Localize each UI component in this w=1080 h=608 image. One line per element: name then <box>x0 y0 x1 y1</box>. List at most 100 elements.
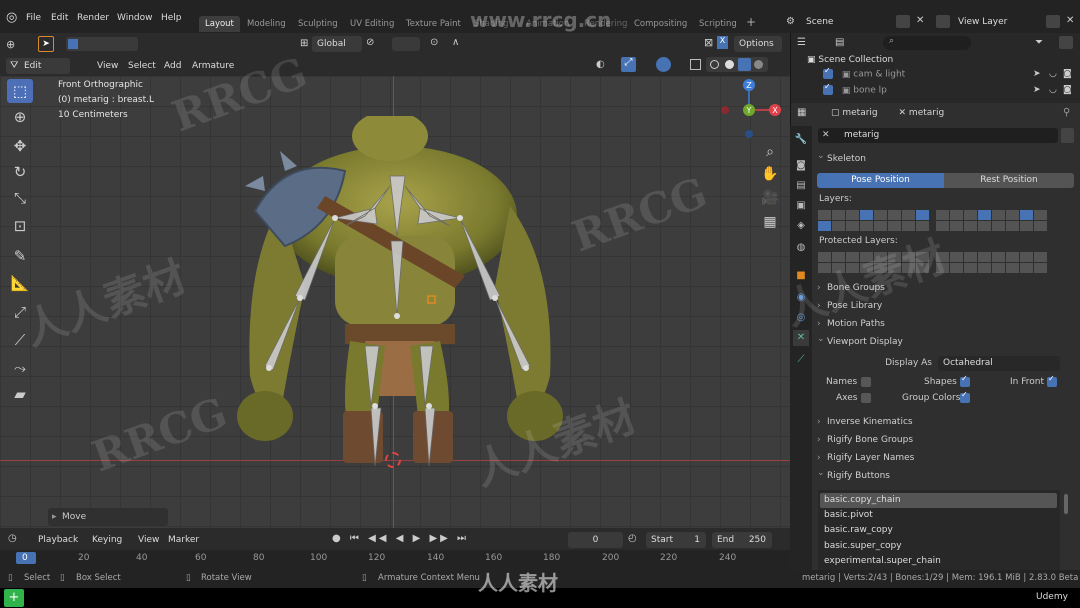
gizmo-toggle-icon[interactable]: ⤢ <box>621 57 636 72</box>
rigify-layer-names-panel-header[interactable]: Rigify Layer Names <box>815 449 1075 467</box>
include-checkbox[interactable] <box>823 69 833 79</box>
layer-toggle[interactable] <box>978 210 991 220</box>
layer-toggle[interactable] <box>978 221 991 231</box>
roll-tool-icon[interactable]: ⤳ <box>7 356 33 380</box>
scene-collection-row[interactable]: ▣ Scene Collection <box>807 55 893 65</box>
armature-name-field[interactable]: ✕ metarig <box>818 128 1058 143</box>
shapes-checkbox[interactable] <box>960 377 970 387</box>
scene-name[interactable]: Scene <box>806 14 833 30</box>
group-colors-checkbox[interactable] <box>960 393 970 403</box>
visibility-icon[interactable]: ◐ <box>596 59 605 70</box>
layer-toggle[interactable] <box>992 252 1005 262</box>
layer-toggle[interactable] <box>1020 221 1033 231</box>
filter-icon[interactable]: ⏷ <box>1035 37 1043 48</box>
gizmo-neg-z-icon[interactable] <box>745 130 753 138</box>
tab-uv-editing[interactable]: UV Editing <box>344 16 400 32</box>
layer-toggle[interactable] <box>1034 252 1047 262</box>
zoom-icon[interactable]: ⌕ <box>760 142 780 162</box>
record-icon[interactable]: ● <box>332 533 344 544</box>
menu-playback[interactable]: Playback <box>38 532 78 548</box>
render-camera-icon[interactable]: ◙ <box>1063 85 1072 95</box>
play-reverse-icon[interactable]: ◀ <box>396 533 407 544</box>
skeleton-panel-header[interactable]: Skeleton <box>815 147 1075 168</box>
world-tab-icon[interactable]: ◍ <box>793 240 809 256</box>
layer-toggle[interactable] <box>1034 210 1047 220</box>
last-operator-panel[interactable]: ▸ Move <box>48 508 168 526</box>
fake-user-shield-icon[interactable] <box>1061 128 1074 143</box>
snap-toggle-icon[interactable] <box>392 37 420 51</box>
cursor-tool-icon[interactable]: ⊕ <box>7 105 33 129</box>
selectable-icon[interactable]: ➤ <box>1033 85 1041 95</box>
render-camera-icon[interactable]: ◙ <box>1063 69 1072 79</box>
menu-file[interactable]: File <box>20 10 47 26</box>
rest-position-button[interactable]: Rest Position <box>944 173 1074 188</box>
view-layer-name[interactable]: View Layer <box>958 14 1007 30</box>
delete-scene-icon[interactable]: ✕ <box>916 15 924 26</box>
list-scrollbar[interactable] <box>1064 494 1068 514</box>
mode-dropdown[interactable]: ⛛ Edit Mode <box>6 58 70 87</box>
outliner-search-field[interactable]: ⌕ <box>883 36 971 50</box>
layer-toggle[interactable] <box>1006 210 1019 220</box>
material-shading-icon[interactable] <box>738 58 751 71</box>
properties-editor-icon[interactable]: ▦ <box>797 107 806 118</box>
view-layer-tab-icon[interactable]: ▣ <box>793 198 809 214</box>
tab-layout[interactable]: Layout <box>199 16 240 32</box>
hide-eye-icon[interactable]: ◡ <box>1049 69 1057 79</box>
layer-toggle[interactable] <box>978 263 991 273</box>
next-key-icon[interactable]: ▶▶ <box>429 533 450 544</box>
list-item[interactable]: basic.super_copy <box>820 539 1057 554</box>
select-mode-buttons[interactable] <box>66 37 138 51</box>
new-view-layer-icon[interactable] <box>1046 15 1060 28</box>
layer-toggle[interactable] <box>992 263 1005 273</box>
select-mode-new-icon[interactable] <box>68 39 78 49</box>
layer-toggle[interactable] <box>992 210 1005 220</box>
options-dropdown[interactable]: Options <box>734 36 782 52</box>
layer-toggle[interactable] <box>818 221 831 231</box>
select-box-tool-icon[interactable]: ⬚ <box>7 79 33 103</box>
clock-icon[interactable]: ◴ <box>628 533 637 544</box>
viewport-display-panel-header[interactable]: Viewport Display <box>815 330 1075 351</box>
menu-view[interactable]: View <box>97 58 118 74</box>
layer-toggle[interactable] <box>860 221 873 231</box>
menu-select[interactable]: Select <box>128 58 156 74</box>
render-tab-icon[interactable]: ◙ <box>793 158 809 174</box>
move-tool-icon[interactable]: ✥ <box>7 134 33 158</box>
timeline-editor-icon[interactable]: ◷ <box>8 533 17 544</box>
navigation-gizmo[interactable]: Z X Y <box>715 76 785 146</box>
editor-type-icon[interactable]: ⊕ <box>6 38 15 51</box>
tab-modeling[interactable]: Modeling <box>241 16 292 32</box>
layer-toggle[interactable] <box>978 252 991 262</box>
layer-toggle[interactable] <box>1034 263 1047 273</box>
axes-checkbox[interactable] <box>861 393 871 403</box>
layer-toggle[interactable] <box>1006 221 1019 231</box>
layer-toggle[interactable] <box>950 221 963 231</box>
layer-toggle[interactable] <box>832 221 845 231</box>
layer-toggle[interactable] <box>902 210 915 220</box>
tab-texture-paint[interactable]: Texture Paint <box>400 16 467 32</box>
outliner-row-cam-light[interactable]: ▣ cam & light ➤ ◡ ◙ <box>823 69 1073 80</box>
menu-timeline-view[interactable]: View <box>138 532 159 548</box>
timeline-ruler[interactable]: 0 20 40 60 80 100 120 140 160 180 200 22… <box>0 550 790 570</box>
delete-view-layer-icon[interactable]: ✕ <box>1066 15 1074 26</box>
mirror-x-toggle[interactable]: X <box>717 36 728 49</box>
rotate-tool-icon[interactable]: ↻ <box>7 160 33 184</box>
layer-toggle[interactable] <box>964 263 977 273</box>
scale-tool-icon[interactable]: ⤡ <box>7 186 33 210</box>
list-item[interactable]: basic.raw_copy <box>820 523 1057 538</box>
tool-tab-icon[interactable]: 🔧 <box>793 132 809 148</box>
orientation-dropdown[interactable]: Global <box>312 36 362 52</box>
layer-toggle[interactable] <box>936 221 949 231</box>
in-front-checkbox[interactable] <box>1047 377 1057 387</box>
layer-toggle[interactable] <box>888 221 901 231</box>
pan-hand-icon[interactable]: ✋ <box>760 164 780 184</box>
layer-toggle[interactable] <box>888 210 901 220</box>
layer-toggle[interactable] <box>964 221 977 231</box>
display-as-dropdown[interactable]: Octahedral <box>938 356 1060 371</box>
names-checkbox[interactable] <box>861 377 871 387</box>
jump-start-icon[interactable]: ⏮ <box>350 533 362 544</box>
layer-toggle[interactable] <box>832 210 845 220</box>
xray-icon[interactable] <box>690 59 701 70</box>
rigify-bone-groups-panel-header[interactable]: Rigify Bone Groups <box>815 431 1075 449</box>
prev-key-icon[interactable]: ◀◀ <box>368 533 389 544</box>
layer-toggle[interactable] <box>1034 221 1047 231</box>
